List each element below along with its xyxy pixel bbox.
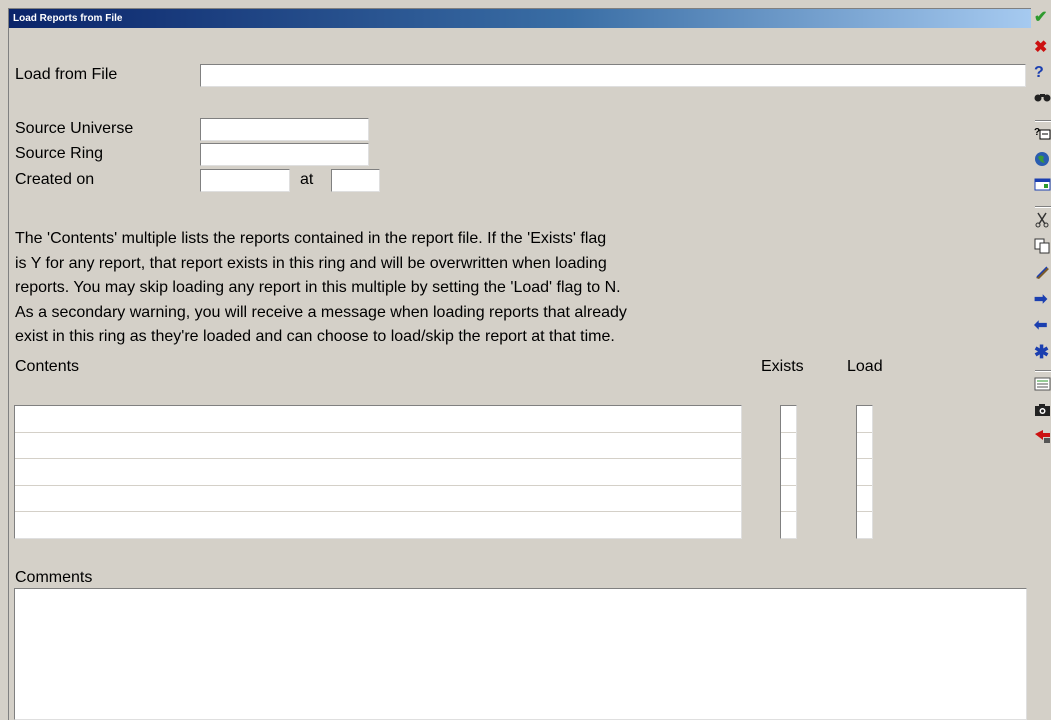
exit-icon[interactable] (1034, 428, 1051, 448)
created-on-date-input[interactable] (200, 169, 290, 192)
exists-cell[interactable] (781, 512, 796, 539)
exists-label: Exists (761, 358, 804, 375)
contents-row[interactable] (15, 486, 741, 513)
main-window: Load Reports from File Load from File So… (8, 8, 1031, 720)
field-help-icon[interactable]: ? (1034, 125, 1051, 145)
paste-icon[interactable] (1034, 264, 1051, 284)
globe-icon[interactable] (1034, 151, 1051, 171)
calendar-icon[interactable] (1034, 176, 1051, 196)
help-icon[interactable]: ? (1034, 63, 1051, 83)
contents-row[interactable] (15, 406, 741, 433)
exists-cell[interactable] (781, 406, 796, 433)
exists-cell[interactable] (781, 433, 796, 460)
exists-cell[interactable] (781, 459, 796, 486)
ok-check-icon[interactable]: ✔ (1034, 8, 1051, 28)
load-cell[interactable] (857, 486, 872, 513)
created-on-time-input[interactable] (331, 169, 380, 192)
info-line: is Y for any report, that report exists … (15, 254, 607, 272)
load-cell[interactable] (857, 433, 872, 460)
source-universe-input[interactable] (200, 118, 369, 141)
info-line: reports. You may skip loading any report… (15, 279, 621, 296)
svg-text:?: ? (1034, 127, 1040, 138)
contents-list (14, 405, 742, 539)
contents-label: Contents (15, 358, 80, 375)
source-ring-label: Source Ring (15, 145, 104, 162)
load-column (856, 405, 873, 539)
source-universe-label: Source Universe (15, 120, 134, 137)
at-label: at (300, 171, 314, 188)
load-cell[interactable] (857, 459, 872, 486)
list-icon[interactable] (1034, 376, 1051, 396)
right-toolbar: ✔ ✖ ? ? ➡ ⬅ ✱ (1033, 8, 1051, 719)
contents-row[interactable] (15, 433, 741, 460)
exists-cell[interactable] (781, 486, 796, 513)
info-line: exist in this ring as they're loaded and… (15, 328, 615, 345)
binoculars-icon[interactable] (1034, 89, 1051, 109)
created-on-label: Created on (15, 171, 95, 188)
load-cell[interactable] (857, 406, 872, 433)
copy-icon[interactable] (1034, 238, 1051, 258)
load-from-file-input[interactable] (200, 64, 1026, 87)
info-line: The 'Contents' multiple lists the report… (15, 230, 607, 247)
info-line: As a secondary warning, you will receive… (15, 303, 627, 321)
comments-textarea[interactable] (14, 588, 1027, 720)
load-cell[interactable] (857, 512, 872, 539)
cut-icon[interactable] (1034, 212, 1051, 232)
load-label: Load (847, 358, 883, 375)
camera-icon[interactable] (1034, 402, 1051, 422)
contents-row[interactable] (15, 512, 741, 539)
asterisk-icon[interactable]: ✱ (1034, 342, 1051, 362)
previous-arrow-icon[interactable]: ⬅ (1034, 316, 1051, 336)
comments-label: Comments (15, 569, 93, 586)
load-from-file-label: Load from File (15, 66, 118, 83)
cancel-x-icon[interactable]: ✖ (1034, 38, 1051, 58)
source-ring-input[interactable] (200, 143, 369, 166)
next-arrow-icon[interactable]: ➡ (1034, 290, 1051, 310)
info-text: The 'Contents' multiple lists the report… (15, 227, 785, 350)
exists-column (780, 405, 797, 539)
window-title: Load Reports from File (9, 9, 1031, 28)
contents-row[interactable] (15, 459, 741, 486)
